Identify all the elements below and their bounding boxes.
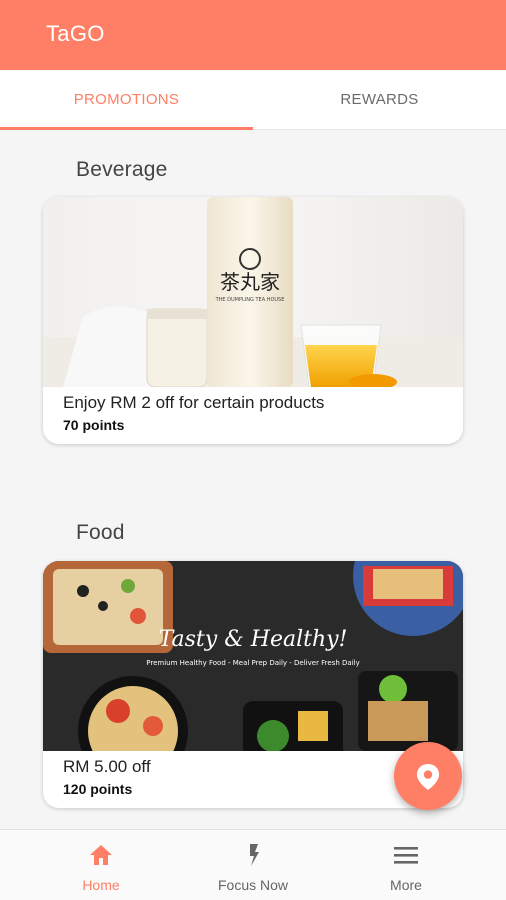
nav-focus-now-label: Focus Now [217, 877, 289, 893]
section-title-beverage: Beverage [76, 158, 168, 181]
food-image-tagline: Premium Healthy Food - Meal Prep Daily -… [146, 659, 360, 667]
tab-bar: PROMOTIONS REWARDS [0, 70, 506, 130]
nav-home[interactable]: Home [17, 830, 185, 900]
beverage-image: 茶丸家 THE DUMPLING TEA HOUSE [43, 197, 463, 387]
home-icon [90, 845, 112, 865]
tab-rewards[interactable]: REWARDS [253, 70, 506, 130]
section-title-food: Food [76, 521, 125, 544]
lightning-icon [250, 844, 259, 866]
promo-points: 120 points [63, 781, 133, 797]
nav-more[interactable]: More [322, 830, 490, 900]
promo-offer-text: RM 5.00 off [63, 757, 151, 776]
promo-offer-text: Enjoy RM 2 off for certain products [63, 393, 325, 412]
promo-card-beverage[interactable]: 茶丸家 THE DUMPLING TEA HOUSE Enjoy RM 2 of… [43, 197, 463, 444]
tab-indicator [0, 127, 253, 130]
nav-home-label: Home [82, 877, 120, 893]
nav-more-label: More [390, 877, 422, 893]
nav-focus-now[interactable]: Focus Now [169, 830, 337, 900]
food-image-headline: Tasty & Healthy! [159, 627, 348, 652]
food-image: Tasty & Healthy! Premium Healthy Food - … [43, 561, 463, 751]
promo-points: 70 points [63, 417, 125, 433]
bottom-nav: Home Focus Now More [0, 829, 506, 900]
menu-icon [394, 847, 418, 864]
app-title: TaGO [46, 21, 105, 46]
location-fab[interactable] [394, 742, 462, 810]
tab-promotions[interactable]: PROMOTIONS [0, 70, 253, 130]
bottle-brand-text: 茶丸家 [220, 270, 280, 294]
location-pin-icon [417, 764, 439, 790]
svg-text:THE DUMPLING TEA HOUSE: THE DUMPLING TEA HOUSE [215, 297, 285, 303]
app-bar: TaGO [0, 0, 506, 70]
